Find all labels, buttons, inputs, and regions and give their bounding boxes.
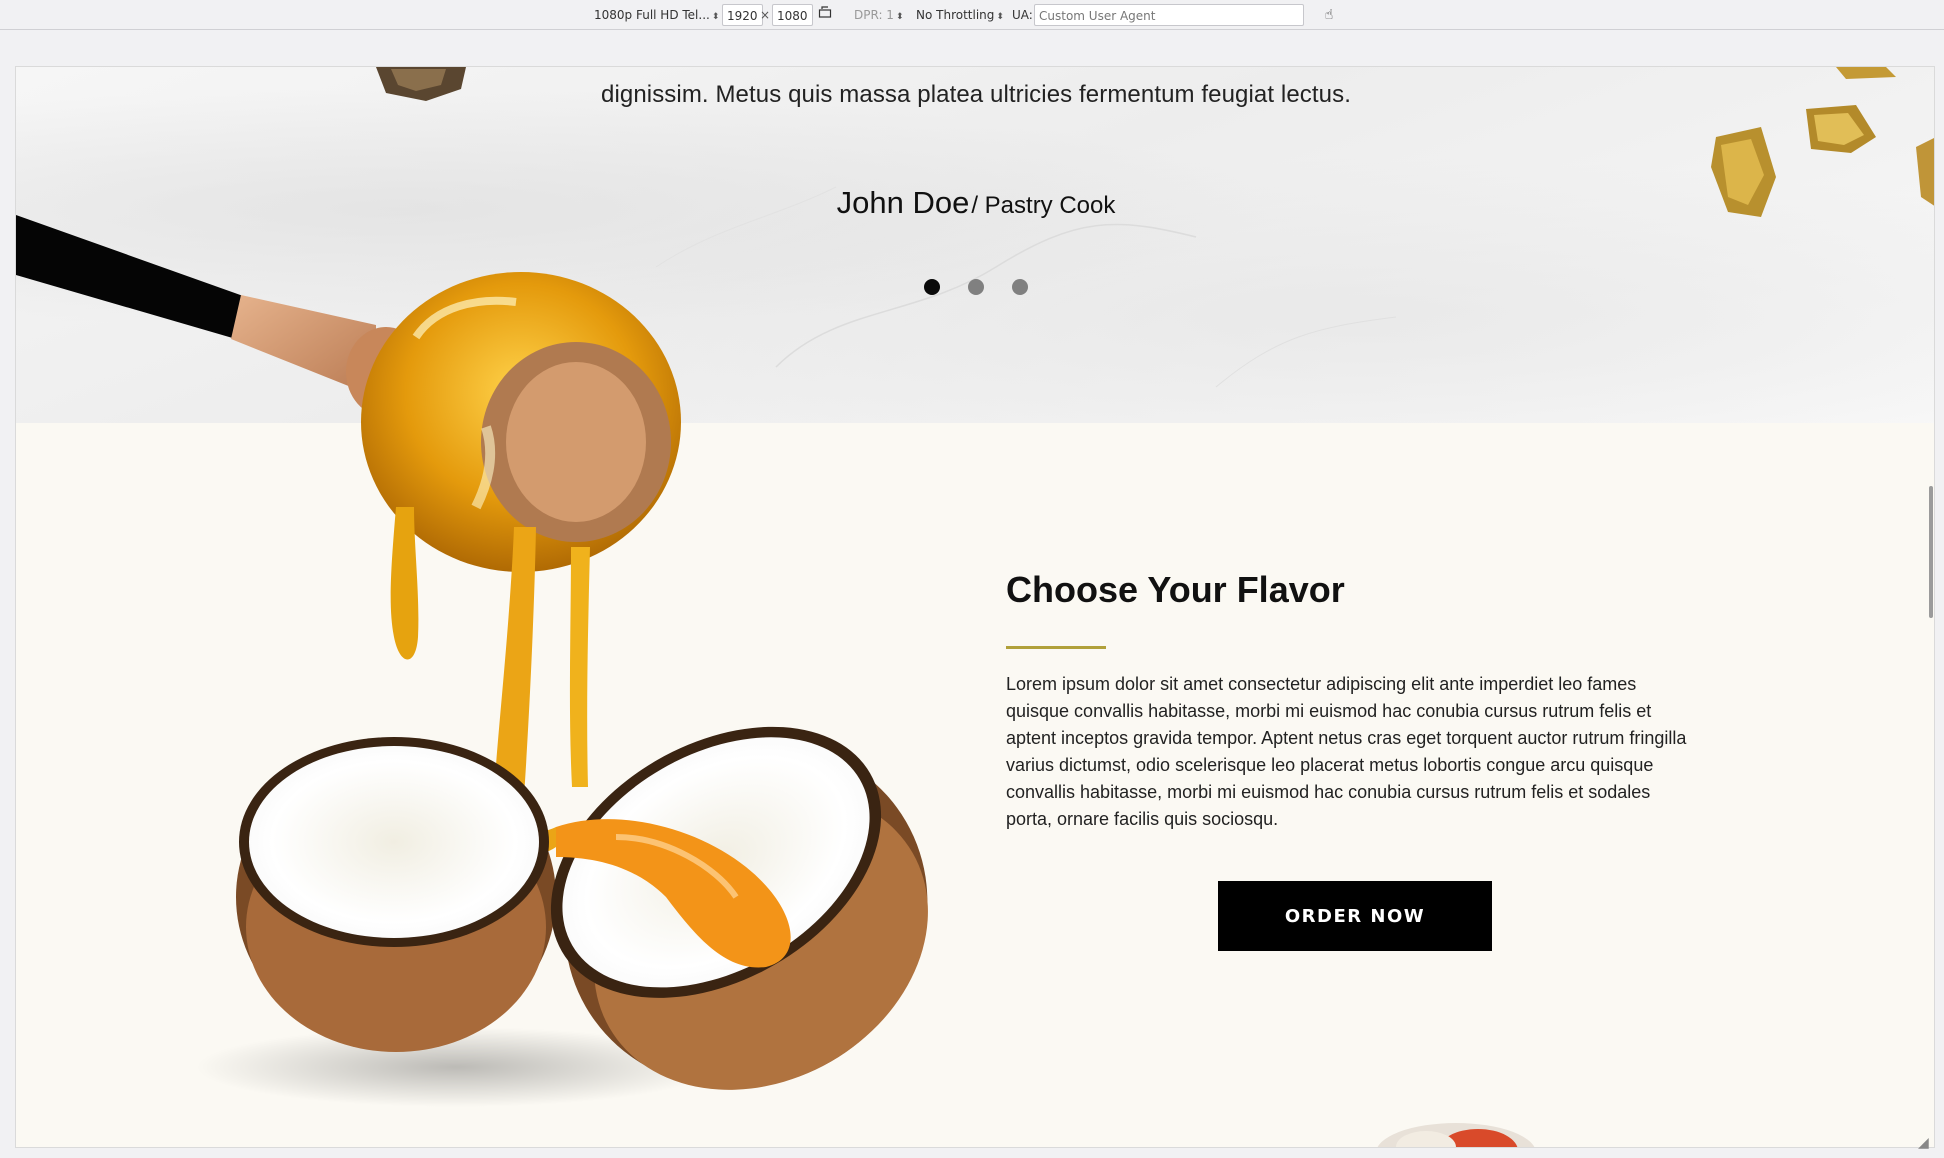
resize-grip-icon[interactable]: ◢	[1918, 1134, 1929, 1151]
chevron-updown-icon: ⬍	[895, 12, 904, 22]
dimension-separator: ×	[760, 8, 771, 22]
chevron-updown-icon: ⬍	[711, 12, 720, 22]
touch-icon[interactable]: ☝	[1318, 4, 1340, 26]
dpr-select[interactable]: DPR: 1 ⬍	[850, 4, 907, 26]
dpr-label: DPR: 1	[854, 8, 894, 22]
next-section-image	[1377, 1123, 1535, 1147]
feature-title: Choose Your Flavor	[1006, 569, 1345, 610]
width-value: 1920	[727, 9, 758, 23]
devtools-toolbar: 1080p Full HD Tel... ⬍ 1920 × 1080 DPR: 1…	[0, 0, 1944, 30]
page-scrollbar[interactable]	[1929, 486, 1933, 618]
chevron-updown-icon: ⬍	[996, 12, 1004, 22]
height-value: 1080	[777, 9, 808, 23]
throttling-select[interactable]: No Throttling ⬍	[912, 4, 1008, 26]
slider-dot-3[interactable]	[1012, 279, 1028, 295]
device-select-label: 1080p Full HD Tel...	[594, 8, 710, 22]
width-input[interactable]: 1920	[722, 4, 763, 26]
rotate-icon-glyph	[818, 6, 832, 18]
title-underline	[1006, 646, 1106, 649]
rotate-icon[interactable]	[814, 4, 836, 26]
feature-description: Lorem ipsum dolor sit amet consectetur a…	[1006, 674, 1687, 829]
throttling-label: No Throttling	[916, 8, 995, 22]
height-input[interactable]: 1080	[772, 4, 813, 26]
user-agent-input[interactable]: Custom User Agent	[1034, 4, 1304, 26]
ua-label: UA:	[1012, 8, 1033, 22]
honey-coconut-illustration	[16, 215, 928, 1107]
page-viewport: dignissim. Metus quis massa platea ultri…	[15, 66, 1935, 1148]
order-now-button[interactable]: ORDER NOW	[1218, 881, 1492, 951]
device-select[interactable]: 1080p Full HD Tel... ⬍	[590, 4, 723, 26]
ua-placeholder: Custom User Agent	[1039, 9, 1156, 23]
